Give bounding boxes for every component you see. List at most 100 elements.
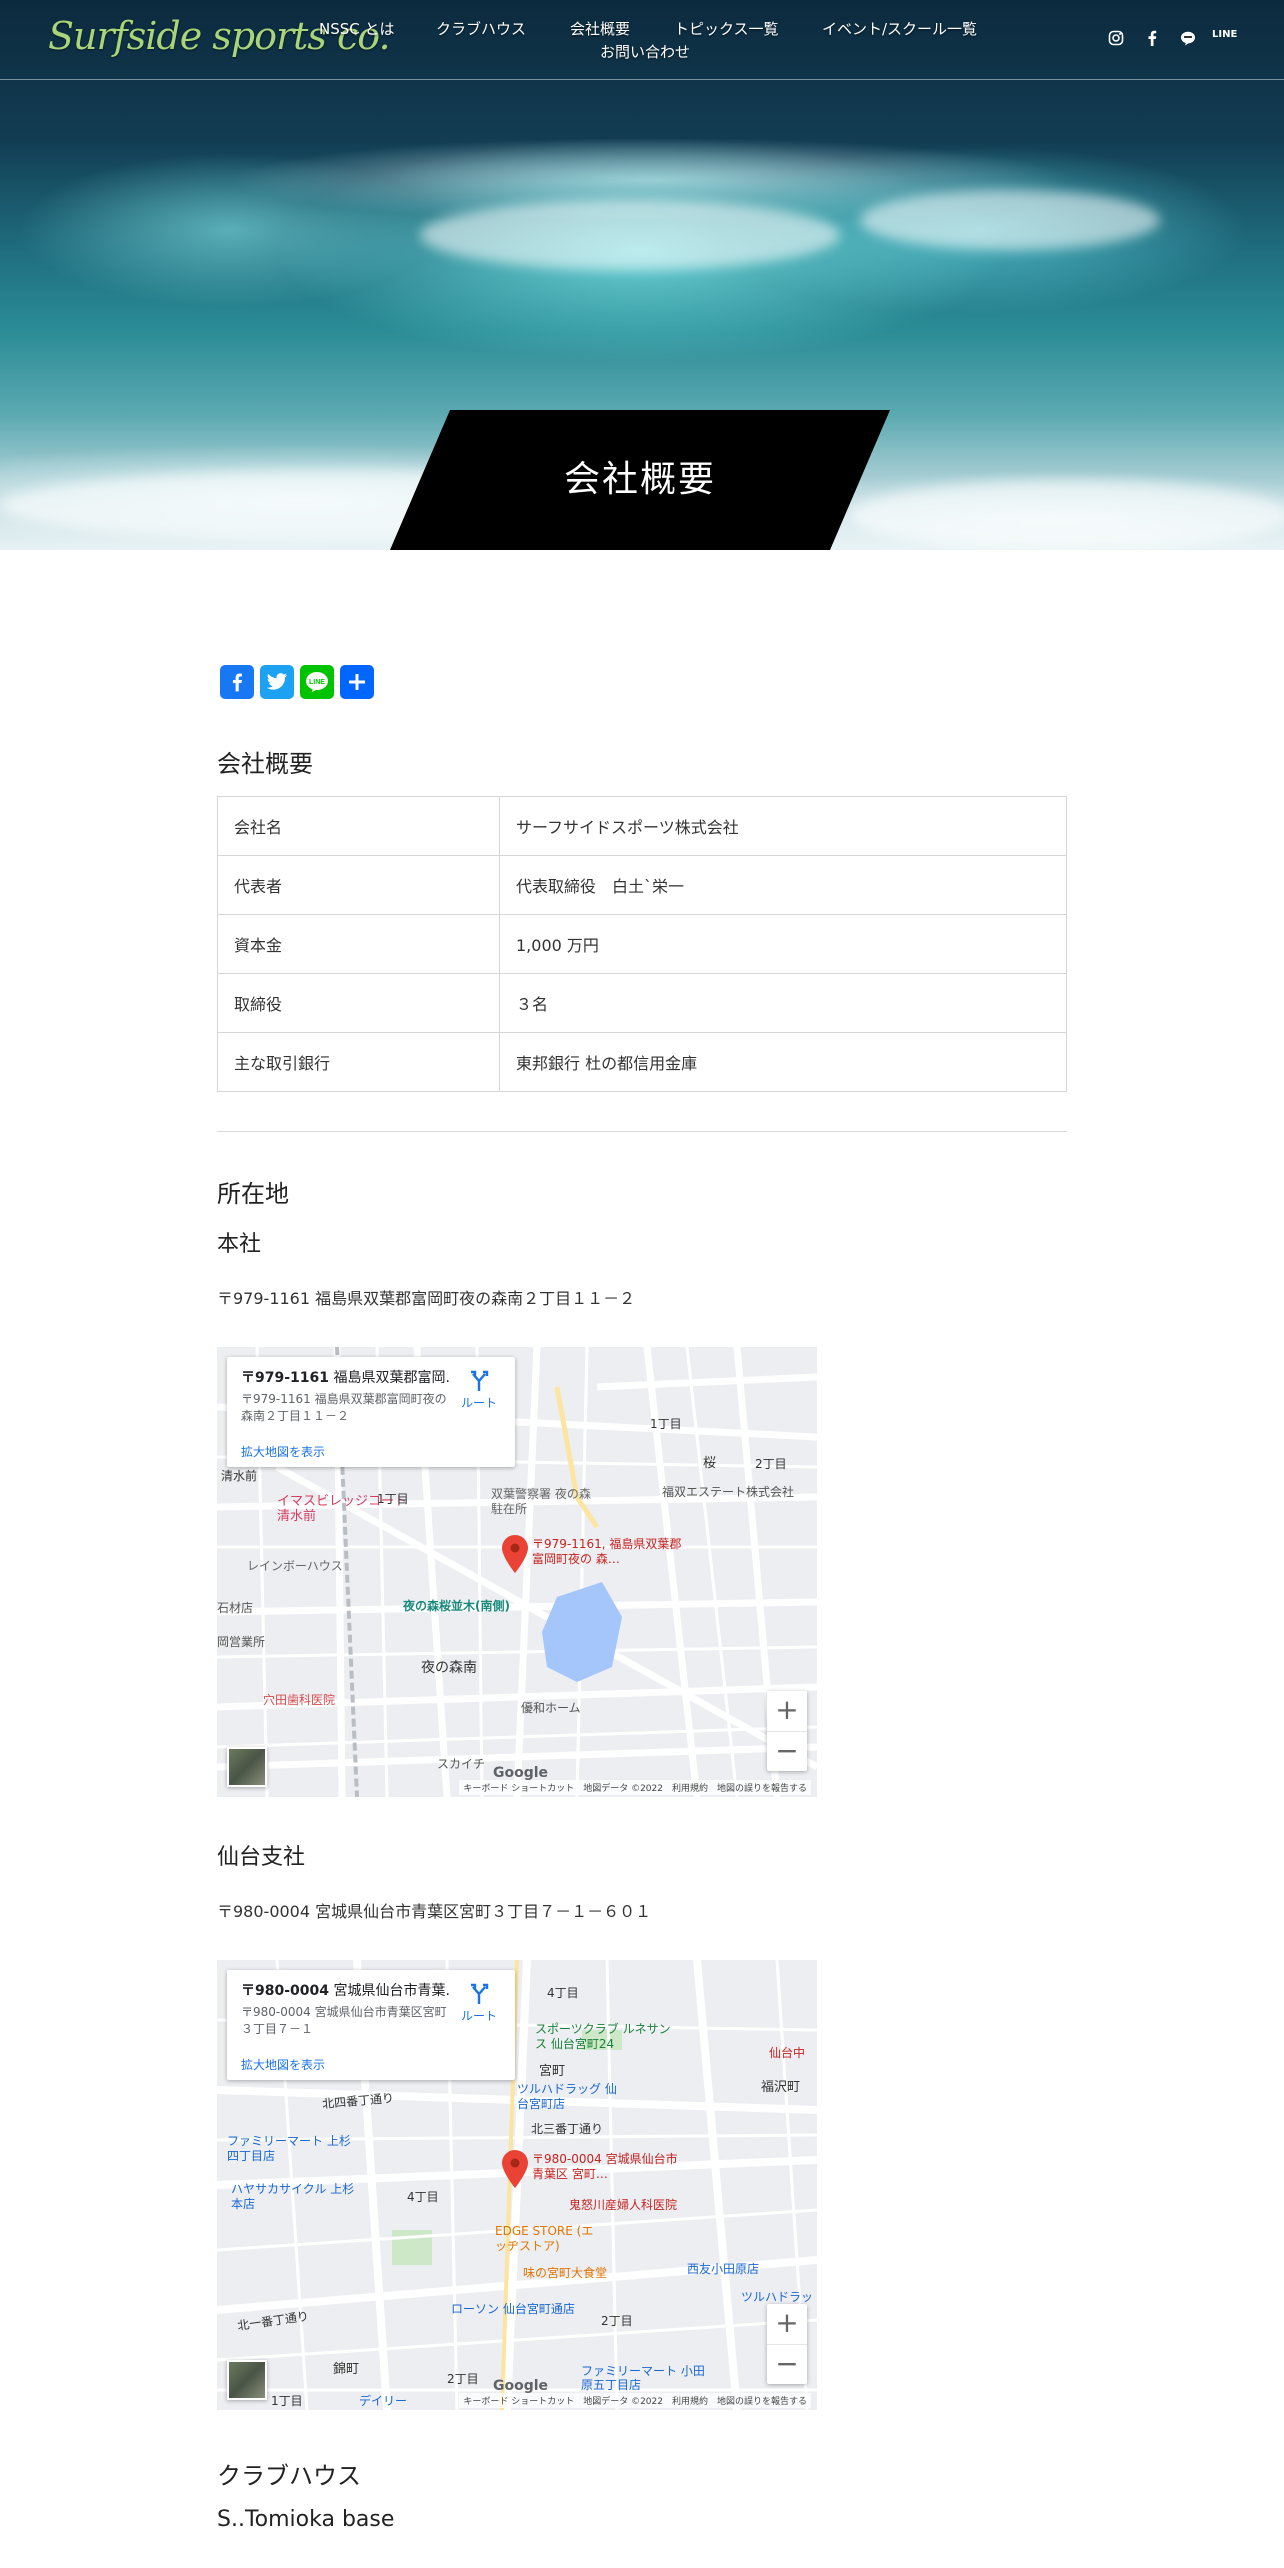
map-label: 仙台中 <box>769 2046 806 2060</box>
table-key: 取締役 <box>217 973 500 1033</box>
zoom-out-button[interactable]: − <box>767 2344 807 2384</box>
zoom-out-button[interactable]: − <box>767 1731 807 1771</box>
site-header: Surfside sports co. NSSC とは クラブハウス 会社概要 … <box>0 0 1284 80</box>
map-label: 夜の森南 <box>421 1660 477 1676</box>
map-card-title-postcode: 〒980-0004 <box>241 1983 329 1999</box>
map-card-address: 〒979-1161 福島県双葉郡富岡町夜の森南２丁目１１－２ <box>241 1392 447 1423</box>
svg-text:LINE: LINE <box>309 679 325 686</box>
nav-topics[interactable]: トピックス一覧 <box>674 18 779 39</box>
google-logo: Google <box>493 2378 549 2394</box>
satellite-toggle[interactable] <box>227 2360 267 2400</box>
table-row: 会社名 サーフサイドスポーツ株式会社 <box>217 796 1067 856</box>
map-label: 2丁目 <box>601 2314 633 2328</box>
table-value: 代表取締役 白土`栄一 <box>499 855 1067 915</box>
nav-events[interactable]: イベント/スクール一覧 <box>822 18 977 39</box>
map-label: 1丁目 <box>650 1417 682 1431</box>
map-card-title-rest: 福島県双葉郡富岡... <box>329 1370 451 1386</box>
map-pin-icon[interactable] <box>502 2150 528 2188</box>
facebook-icon[interactable] <box>1146 30 1158 46</box>
directions-icon <box>471 1370 489 1391</box>
map-card-title-postcode: 〒979-1161 <box>241 1370 329 1386</box>
map-pin-icon[interactable] <box>502 1535 528 1573</box>
map-label: 1丁目 <box>377 1492 409 1506</box>
map-label: ローソン 仙台宮町通店 <box>451 2302 575 2316</box>
directions-icon <box>471 1983 489 2004</box>
view-larger-map-link[interactable]: 拡大地図を表示 <box>241 1443 325 1460</box>
directions-label: ルート <box>460 2009 497 2023</box>
head-office-address: 〒979-1161 福島県双葉郡富岡町夜の森南２丁目１１－２ <box>217 1289 636 1308</box>
nav-company[interactable]: 会社概要 <box>570 18 630 39</box>
table-key: 主な取引銀行 <box>217 1032 500 1092</box>
map-label: 味の宮町大食堂 <box>523 2266 608 2280</box>
line-share-icon[interactable]: LINE <box>300 665 334 699</box>
map-label: 2丁目 <box>447 2372 479 2386</box>
table-key: 代表者 <box>217 855 500 915</box>
wave-foam <box>860 190 1160 250</box>
map-label: 福双エステート株式会社 <box>662 1485 795 1499</box>
map-label: ツルハドラッグ 仙台宮町店 <box>517 2082 617 2111</box>
facebook-share-icon[interactable] <box>220 665 254 699</box>
share-buttons: LINE <box>220 665 374 699</box>
table-key: 会社名 <box>217 796 500 856</box>
table-value: サーフサイドスポーツ株式会社 <box>499 796 1067 856</box>
map-label: ファミリーマート 小田原五丁目店 <box>581 2364 705 2392</box>
line-icon[interactable] <box>1180 30 1196 46</box>
wave-foam <box>420 200 840 270</box>
map-card-title: 〒980-0004 宮城県仙台市青葉... <box>241 1980 451 2000</box>
section-divider <box>217 1131 1067 1132</box>
map-label: デイリー <box>359 2394 408 2408</box>
satellite-toggle[interactable] <box>227 1747 267 1787</box>
nav-contact[interactable]: お問い合わせ <box>600 41 690 62</box>
map-card-title-rest: 宮城県仙台市青葉... <box>329 1983 451 1999</box>
zoom-in-button[interactable]: + <box>767 1691 807 1731</box>
page-title: 会社概要 <box>563 459 716 500</box>
map-label: 4丁目 <box>547 1986 579 2000</box>
sendai-office-address: 〒980-0004 宮城県仙台市青葉区宮町３丁目７－１－６０１ <box>217 1902 652 1921</box>
map-label: 穴田歯科医院 <box>263 1693 336 1707</box>
line-badge-text: LINE <box>1212 29 1238 40</box>
map-label: 双葉警察署 夜の森駐在所 <box>491 1487 591 1516</box>
map-card-address: 〒980-0004 宮城県仙台市青葉区宮町３丁目７－１ <box>241 2005 447 2036</box>
head-office-title: 本社 <box>217 1232 262 1257</box>
map-label: 岡営業所 <box>217 1635 266 1649</box>
map-label: 錦町 <box>333 2362 360 2377</box>
table-value: 東邦銀行 杜の都信用金庫 <box>499 1032 1067 1092</box>
table-row: 取締役 ３名 <box>217 973 1067 1033</box>
map-attribution[interactable]: キーボード ショートカット 地図データ ©2022 利用規約 地図の誤りを報告す… <box>459 2393 811 2408</box>
map-label: ツルハドラッ <box>741 2290 814 2304</box>
directions-button[interactable]: ルート <box>459 1369 499 1411</box>
map-info-card: 〒979-1161 福島県双葉郡富岡... 〒979-1161 福島県双葉郡富岡… <box>227 1357 515 1467</box>
sendai-office-title: 仙台支社 <box>217 1845 306 1870</box>
instagram-icon[interactable] <box>1108 30 1124 46</box>
head-office-map[interactable]: 〒979-1161 福島県双葉郡富岡... 〒979-1161 福島県双葉郡富岡… <box>217 1347 817 1797</box>
google-logo: Google <box>493 1765 549 1781</box>
map-label: スポーツクラブ ルネサンス 仙台宮町24 <box>535 2022 671 2051</box>
map-label: 2丁目 <box>755 1457 787 1471</box>
view-larger-map-link[interactable]: 拡大地図を表示 <box>241 2056 325 2073</box>
line-official-icon[interactable]: LINE <box>1212 30 1237 40</box>
directions-button[interactable]: ルート <box>459 1982 499 2024</box>
map-label: 清水前 <box>221 1469 258 1483</box>
table-value: ３名 <box>499 973 1067 1033</box>
zoom-in-button[interactable]: + <box>767 2304 807 2344</box>
map-label: 1丁目 <box>271 2394 303 2408</box>
directions-label: ルート <box>460 1396 497 1410</box>
company-heading: 会社概要 <box>217 750 313 778</box>
map-label: 鬼怒川産婦人科医院 <box>569 2198 678 2212</box>
wave-foam <box>850 480 1284 550</box>
clubhouse-heading: クラブハウス <box>217 2462 361 2490</box>
nav-clubhouse[interactable]: クラブハウス <box>436 18 526 39</box>
map-label: 福沢町 <box>761 2080 801 2095</box>
map-label: EDGE STORE (エッヂストア) <box>495 2224 594 2253</box>
map-attribution[interactable]: キーボード ショートカット 地図データ ©2022 利用規約 地図の誤りを報告す… <box>459 1780 811 1795</box>
map-label: 夜の森桜並木(南側) <box>403 1599 510 1613</box>
nav-nssc[interactable]: NSSC とは <box>319 18 395 39</box>
sendai-office-map[interactable]: 〒980-0004 宮城県仙台市青葉... 〒980-0004 宮城県仙台市青葉… <box>217 1960 817 2410</box>
share-icon[interactable] <box>340 665 374 699</box>
table-key: 資本金 <box>217 914 500 974</box>
map-label: 西友小田原店 <box>687 2262 760 2276</box>
twitter-share-icon[interactable] <box>260 665 294 699</box>
map-label: 石材店 <box>217 1601 254 1615</box>
map-label: 北三番丁通り <box>531 2122 604 2136</box>
table-row: 代表者 代表取締役 白土`栄一 <box>217 855 1067 915</box>
